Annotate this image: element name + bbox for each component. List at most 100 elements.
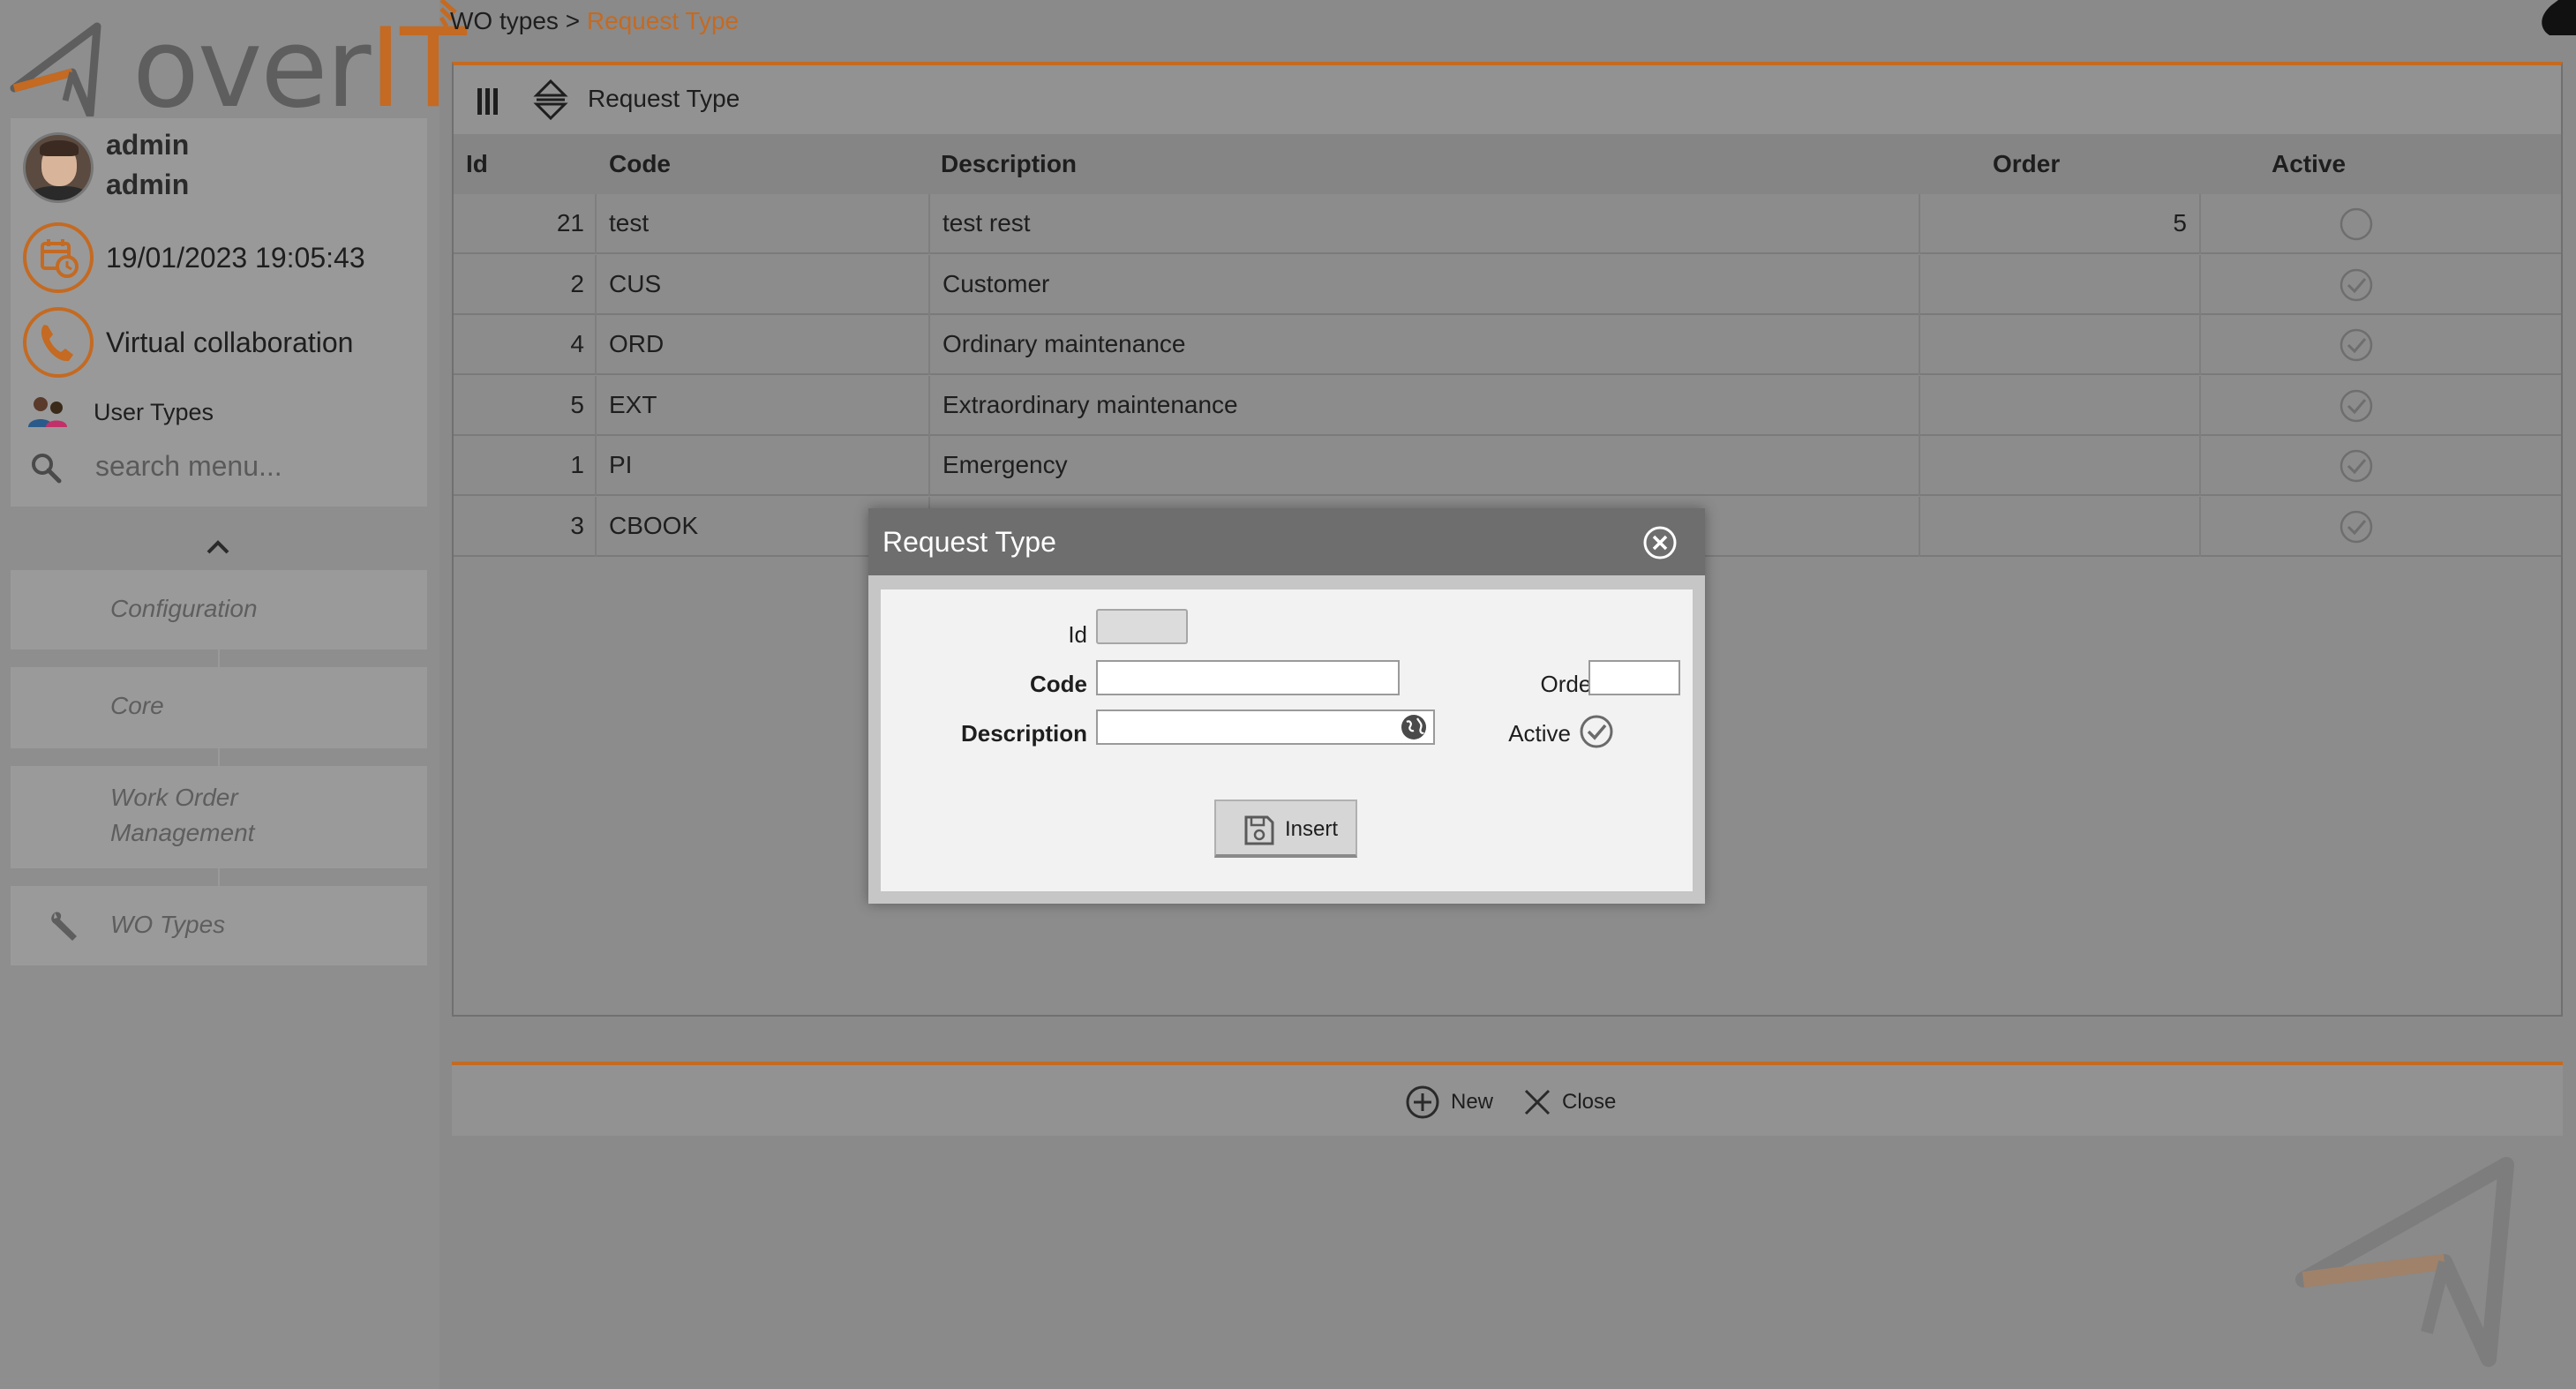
breadcrumb-current: Request Type: [586, 7, 740, 34]
cell-order: [1920, 254, 2201, 315]
plus-circle-icon: [1406, 1085, 1439, 1119]
cell-active: [2201, 436, 2501, 496]
column-header-id[interactable]: Id: [466, 150, 488, 178]
cell-order: [1920, 315, 2201, 375]
overit-logo: overIT: [9, 14, 467, 124]
code-field[interactable]: [1096, 660, 1400, 695]
user-types-icon: [28, 397, 67, 427]
breadcrumb: WO types > Request Type: [450, 7, 739, 35]
search-menu-input[interactable]: search menu...: [95, 450, 282, 483]
current-datetime: 19/01/2023 19:05:43: [106, 242, 365, 274]
cell-description: Customer: [930, 254, 1920, 315]
user-last-name: admin: [106, 169, 190, 200]
menu-item-configuration[interactable]: Configuration: [11, 570, 427, 649]
phone-icon[interactable]: [23, 307, 94, 378]
grid-header: Id Code Description Order Active: [454, 134, 2561, 194]
cell-description: Emergency: [930, 436, 1920, 496]
empty-circle-icon[interactable]: [2339, 206, 2374, 242]
column-header-order[interactable]: Order: [1993, 150, 2060, 178]
check-circle-icon[interactable]: [2339, 509, 2374, 544]
description-label: Description: [960, 720, 1087, 747]
cell-id: 5: [454, 375, 597, 436]
user-panel: admin admin 19/01/2023 19:05:43 Virtual …: [11, 118, 427, 507]
calendar-clock-icon: [23, 222, 94, 293]
watermark-logo-icon: [2295, 1157, 2514, 1367]
grid-toolbar: Request Type: [454, 65, 2561, 134]
columns-icon[interactable]: [475, 86, 501, 116]
cell-code: EXT: [597, 375, 930, 436]
table-row[interactable]: 21 test test rest 5: [454, 194, 2561, 254]
description-field[interactable]: [1096, 710, 1435, 745]
table-row[interactable]: 4 ORD Ordinary maintenance: [454, 315, 2561, 375]
menu-item-core[interactable]: Core: [11, 667, 427, 748]
active-checkbox-icon[interactable]: [1578, 713, 1615, 750]
cell-order: [1920, 496, 2201, 557]
virtual-collaboration-link[interactable]: Virtual collaboration: [106, 327, 353, 359]
sidebar: overIT admin admin 19/01/2023 19:05:43 V…: [0, 0, 467, 1389]
order-label: Order: [1540, 671, 1599, 697]
user-first-name: admin: [106, 129, 190, 161]
cell-id: 1: [454, 436, 597, 496]
close-button[interactable]: Close: [1520, 1083, 1626, 1122]
logo-arrow-icon: [10, 22, 101, 116]
dialog-title: Request Type: [882, 526, 1056, 558]
save-icon: [1244, 815, 1274, 845]
corner-logo-icon: [2542, 0, 2576, 35]
cell-id: 4: [454, 315, 597, 375]
code-label: Code: [1030, 671, 1087, 697]
active-label: Active: [1508, 720, 1571, 747]
id-field: [1096, 609, 1188, 644]
chevron-up-icon[interactable]: [205, 535, 231, 561]
cell-order: 5: [1920, 194, 2201, 254]
menu-item-wo-types[interactable]: WO Types: [11, 886, 427, 965]
cell-order: [1920, 375, 2201, 436]
dialog-header: Request Type: [868, 508, 1705, 575]
order-field[interactable]: [1588, 660, 1680, 695]
check-circle-icon[interactable]: [2339, 448, 2374, 484]
table-row[interactable]: 2 CUS Customer: [454, 254, 2561, 315]
menu-item-work-order-management[interactable]: Work Order Management: [11, 766, 427, 868]
table-row[interactable]: 5 EXT Extraordinary maintenance: [454, 375, 2561, 436]
close-icon: [1524, 1089, 1551, 1115]
table-row[interactable]: 1 PI Emergency: [454, 436, 2561, 496]
column-header-active[interactable]: Active: [2272, 150, 2346, 178]
search-icon: [32, 454, 62, 484]
cell-code: test: [597, 194, 930, 254]
cell-active: [2201, 255, 2501, 315]
logo-wordmark: overIT: [132, 5, 467, 132]
column-header-code[interactable]: Code: [609, 150, 671, 178]
check-circle-icon[interactable]: [2339, 327, 2374, 363]
request-type-dialog: Request Type Id Code Order Description A…: [868, 508, 1705, 904]
cell-description: test rest: [930, 194, 1920, 254]
check-circle-icon[interactable]: [2339, 388, 2374, 424]
cell-id: 21: [454, 194, 597, 254]
cell-active: [2201, 194, 2501, 254]
avatar[interactable]: [23, 132, 94, 203]
id-label: Id: [1068, 621, 1087, 648]
column-header-description[interactable]: Description: [941, 150, 1077, 178]
cell-id: 3: [454, 496, 597, 557]
grid-title: Request Type: [588, 85, 740, 112]
wrench-icon: [51, 912, 77, 941]
dialog-form: Id Code Order Description Active Insert: [881, 589, 1693, 891]
cell-active: [2201, 315, 2501, 375]
check-circle-icon[interactable]: [2339, 267, 2374, 303]
cell-code: PI: [597, 436, 930, 496]
breadcrumb-separator: >: [565, 7, 581, 34]
insert-button[interactable]: Insert: [1214, 800, 1357, 858]
cell-description: Extraordinary maintenance: [930, 375, 1920, 436]
cell-code: ORD: [597, 315, 930, 375]
cell-order: [1920, 436, 2201, 496]
user-types-link[interactable]: User Types: [94, 399, 214, 426]
cell-description: Ordinary maintenance: [930, 315, 1920, 375]
cell-active: [2201, 376, 2501, 436]
cell-id: 2: [454, 254, 597, 315]
globe-translation-icon[interactable]: [1400, 713, 1428, 741]
dialog-close-icon[interactable]: [1641, 524, 1679, 561]
breadcrumb-parent[interactable]: WO types: [450, 7, 559, 34]
sort-icon[interactable]: [533, 79, 568, 120]
action-bar: New Close: [452, 1062, 2563, 1136]
new-button[interactable]: New: [1405, 1083, 1493, 1122]
cell-active: [2201, 497, 2501, 557]
cell-code: CUS: [597, 254, 930, 315]
